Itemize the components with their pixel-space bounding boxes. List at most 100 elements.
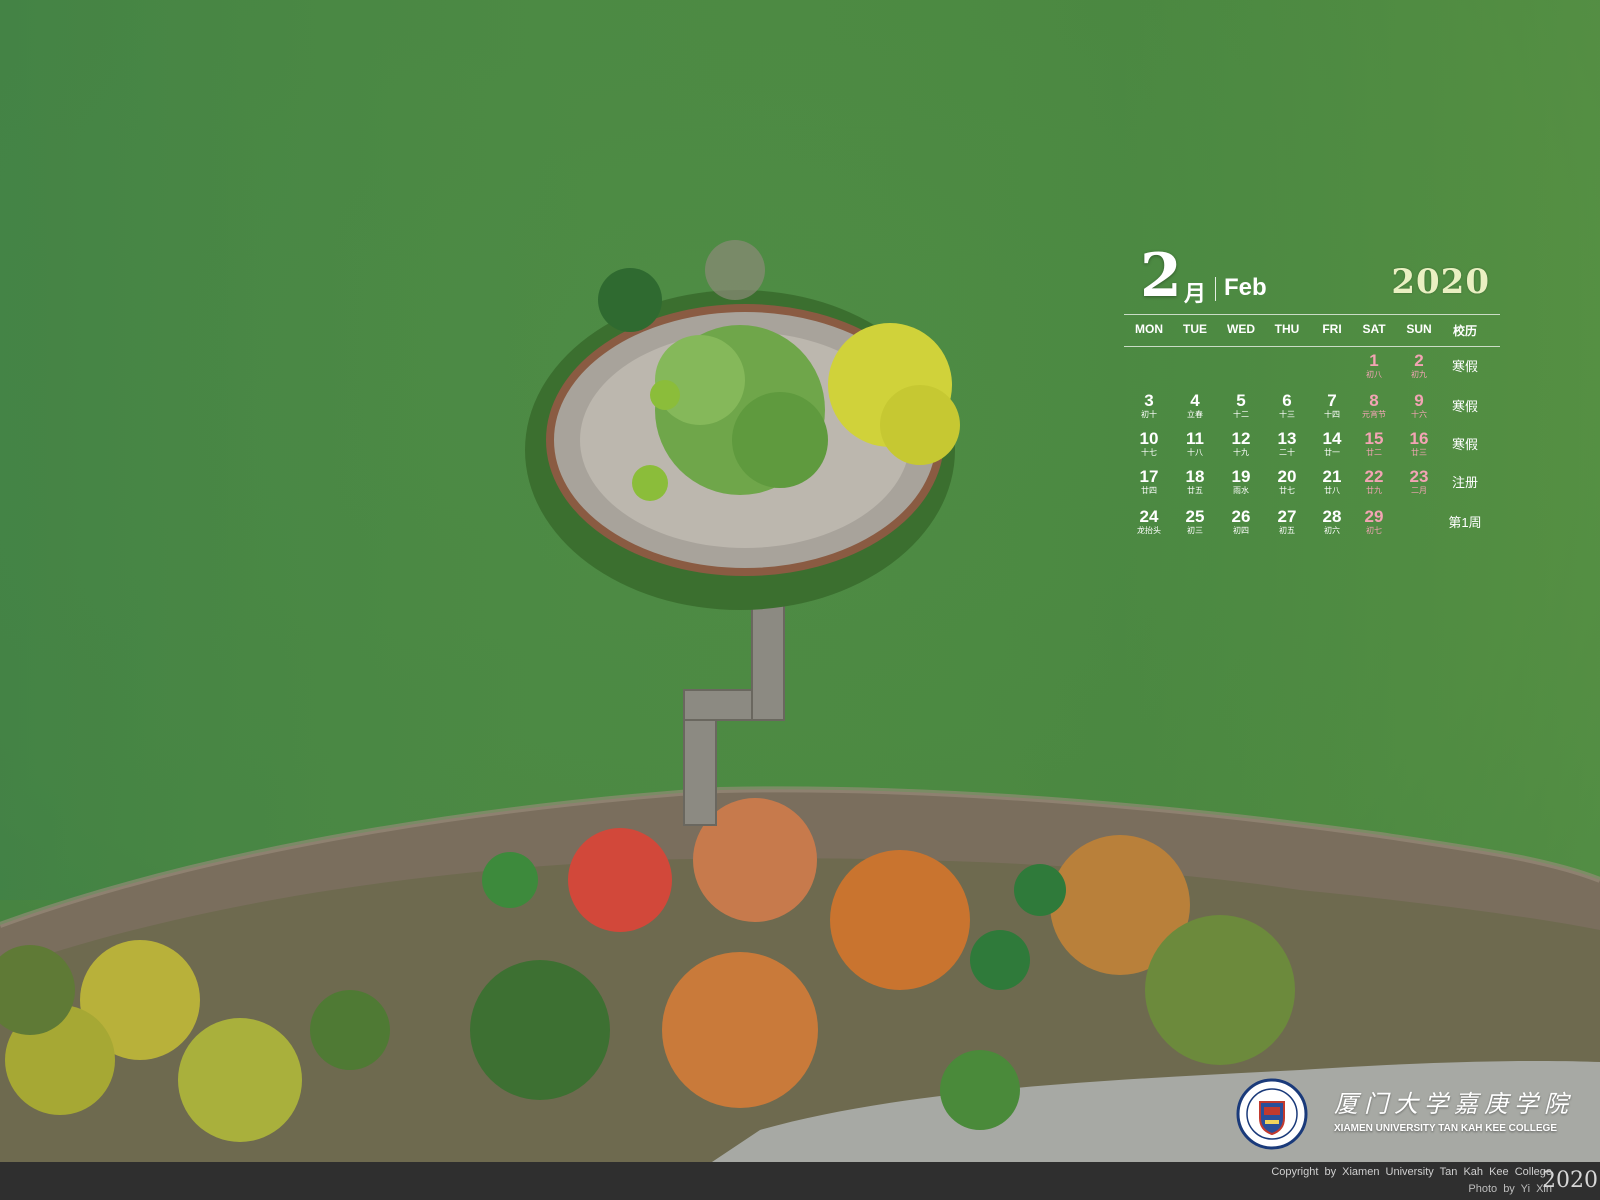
lunar-label: 初四 <box>1233 526 1249 535</box>
day-number: 16 <box>1409 429 1429 448</box>
weekday-header-cell: SAT <box>1362 322 1386 336</box>
lunar-label: 初十 <box>1141 410 1157 419</box>
calendar-day: 9 十六 <box>1396 392 1442 420</box>
calendar-day: 6 十三 <box>1264 392 1310 420</box>
day-number: 13 <box>1277 429 1297 448</box>
calendar-day: 17 廿四 <box>1126 468 1172 496</box>
calendar-day: 16 廿三 <box>1396 430 1442 458</box>
calendar-day: 27 初五 <box>1264 508 1310 536</box>
calendar-day: 7 十四 <box>1309 392 1355 420</box>
weekday-header: MON TUE WED THU FRI SAT SUN 校历 <box>1122 322 1502 342</box>
day-number: 19 <box>1231 467 1251 486</box>
college-seal-icon <box>1236 1078 1308 1150</box>
month-en-label: Feb <box>1224 274 1267 301</box>
college-name-cn: 厦门大学嘉庚学院 <box>1334 1090 1574 1118</box>
month-number: 2 <box>1140 241 1182 311</box>
day-number: 2 <box>1414 351 1424 370</box>
copyright-text: Copyright by Xiamen University Tan Kah K… <box>1271 1166 1552 1178</box>
calendar-day: 11 十八 <box>1172 430 1218 458</box>
calendar-day: 19 雨水 <box>1218 468 1264 496</box>
day-number: 6 <box>1282 391 1292 410</box>
lunar-label: 廿七 <box>1279 486 1295 495</box>
academic-note: 注册 <box>1451 475 1478 490</box>
day-number: 22 <box>1364 467 1384 486</box>
lunar-label: 二十 <box>1279 448 1295 457</box>
calendar-day: 29 初七 <box>1351 508 1397 536</box>
lunar-label: 廿四 <box>1141 486 1157 495</box>
lunar-label: 廿八 <box>1324 486 1340 495</box>
weekday-header-cell: WED <box>1227 322 1255 336</box>
lunar-label: 十二 <box>1233 410 1249 419</box>
aerial-lake-photo <box>0 0 1600 1200</box>
calendar-day: 10 十七 <box>1126 430 1172 458</box>
photo-credit: Photo by Yi Xin <box>1468 1183 1552 1195</box>
lunar-label: 十四 <box>1324 410 1340 419</box>
lunar-label: 二月 <box>1411 486 1427 495</box>
weekday-header-cell: MON <box>1135 322 1163 336</box>
day-number: 5 <box>1236 391 1246 410</box>
month-cn-label: 月 <box>1184 281 1207 306</box>
lunar-label: 十六 <box>1411 410 1427 419</box>
calendar-day: 20 廿七 <box>1264 468 1310 496</box>
calendar-day: 18 廿五 <box>1172 468 1218 496</box>
academic-note: 第1周 <box>1448 515 1482 530</box>
calendar-day: 24 龙抬头 <box>1126 508 1172 536</box>
header-rule-top <box>1124 314 1500 315</box>
day-number: 12 <box>1231 429 1251 448</box>
day-number: 29 <box>1364 507 1384 526</box>
weekday-header-cell: SUN <box>1406 322 1432 336</box>
day-number: 10 <box>1139 429 1159 448</box>
day-number: 9 <box>1414 391 1424 410</box>
lunar-label: 十七 <box>1141 448 1157 457</box>
lunar-label: 初九 <box>1411 370 1427 379</box>
calendar-day: 14 廿一 <box>1309 430 1355 458</box>
day-number: 8 <box>1369 391 1379 410</box>
day-number: 3 <box>1144 391 1154 410</box>
calendar-day: 15 廿二 <box>1351 430 1397 458</box>
calendar-day: 12 十九 <box>1218 430 1264 458</box>
academic-note: 寒假 <box>1451 359 1478 374</box>
lunar-label: 廿九 <box>1366 486 1382 495</box>
lunar-label: 廿一 <box>1324 448 1340 457</box>
day-number: 15 <box>1364 429 1384 448</box>
day-number: 18 <box>1185 467 1205 486</box>
day-number: 21 <box>1322 467 1342 486</box>
day-number: 11 <box>1186 429 1204 448</box>
day-number: 23 <box>1409 467 1429 486</box>
day-number: 1 <box>1369 351 1379 370</box>
lunar-label: 十三 <box>1279 410 1295 419</box>
month-divider <box>1215 277 1216 301</box>
header-rule-bottom <box>1124 346 1500 347</box>
lunar-label: 廿三 <box>1411 448 1427 457</box>
day-number: 20 <box>1277 467 1297 486</box>
lunar-label: 初五 <box>1279 526 1295 535</box>
day-number: 24 <box>1139 507 1159 526</box>
calendar-day: 13 二十 <box>1264 430 1310 458</box>
weekday-header-cell: 校历 <box>1452 324 1477 338</box>
calendar-day: 2 初九 <box>1396 352 1442 380</box>
lunar-label: 初三 <box>1187 526 1203 535</box>
calendar-day: 28 初六 <box>1309 508 1355 536</box>
day-number: 14 <box>1322 429 1342 448</box>
weekday-header-cell: THU <box>1274 322 1300 336</box>
day-number: 7 <box>1327 391 1337 410</box>
footer-bar: Copyright by Xiamen University Tan Kah K… <box>0 1162 1600 1200</box>
day-number: 4 <box>1190 391 1200 410</box>
calendar-day: 23 二月 <box>1396 468 1442 496</box>
lunar-label: 廿二 <box>1366 448 1382 457</box>
weekday-header-cell: FRI <box>1322 322 1342 336</box>
calendar-day: 4 立春 <box>1172 392 1218 420</box>
calendar-day: 25 初三 <box>1172 508 1218 536</box>
calendar-day: 1 初八 <box>1351 352 1397 380</box>
calendar-day: 21 廿八 <box>1309 468 1355 496</box>
academic-note: 寒假 <box>1451 437 1478 452</box>
lunar-label: 初六 <box>1324 526 1340 535</box>
day-number: 17 <box>1139 467 1159 486</box>
day-number: 26 <box>1231 507 1251 526</box>
lunar-label: 廿五 <box>1187 486 1203 495</box>
day-number: 27 <box>1277 507 1297 526</box>
academic-note: 寒假 <box>1451 399 1478 414</box>
day-number: 28 <box>1322 507 1342 526</box>
calendar-day: 3 初十 <box>1126 392 1172 420</box>
lunar-label: 初八 <box>1366 370 1382 379</box>
